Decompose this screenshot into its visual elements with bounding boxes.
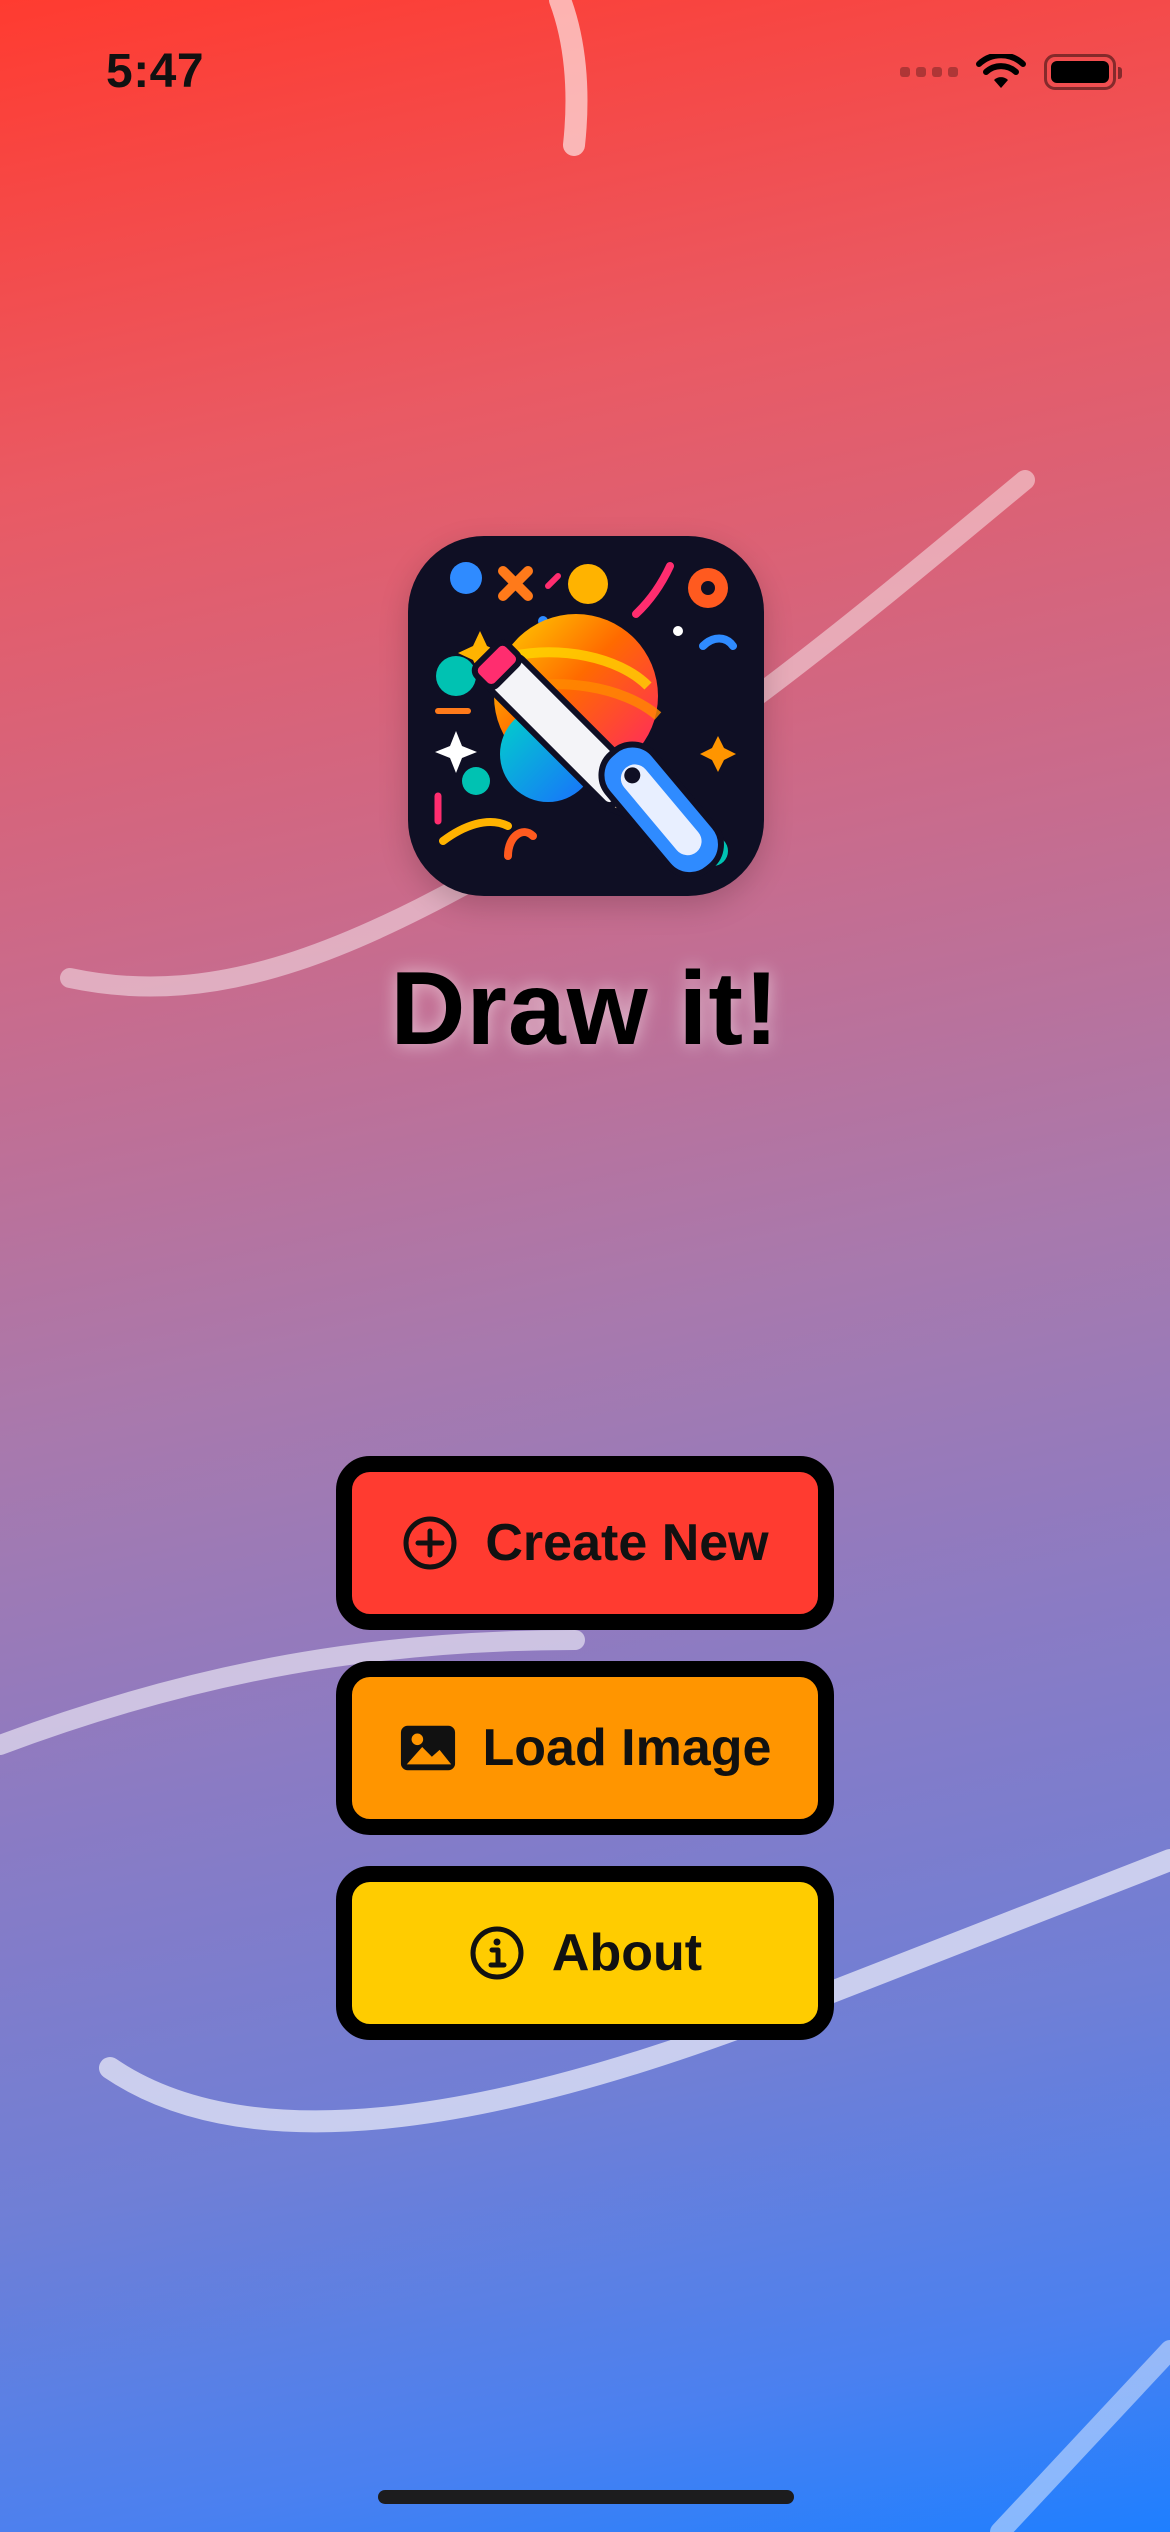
load-image-button[interactable]: Load Image [336,1661,834,1835]
create-new-label: Create New [485,1514,769,1572]
background-strokes [0,0,1170,2532]
about-label: About [551,1924,703,1982]
status-icons [900,54,1122,90]
background-stroke-corner [990,2340,1170,2532]
battery-icon [1044,54,1122,90]
about-button[interactable]: About [336,1866,834,2040]
info-circle-icon [468,1924,526,1982]
plus-circle-icon [401,1514,459,1572]
launch-screen: 5:47 Draw it! Create New Load Image Abou… [0,0,1170,2532]
app-logo [408,536,764,896]
home-indicator[interactable] [378,2490,794,2504]
create-new-button[interactable]: Create New [336,1456,834,1630]
app-title: Draw it! [390,951,780,1067]
wifi-icon [976,54,1026,88]
background-stroke-top [549,0,588,156]
load-image-label: Load Image [482,1719,772,1777]
status-time: 5:47 [106,45,205,98]
cellular-signal-icon [900,67,958,77]
photo-icon [399,1719,457,1777]
